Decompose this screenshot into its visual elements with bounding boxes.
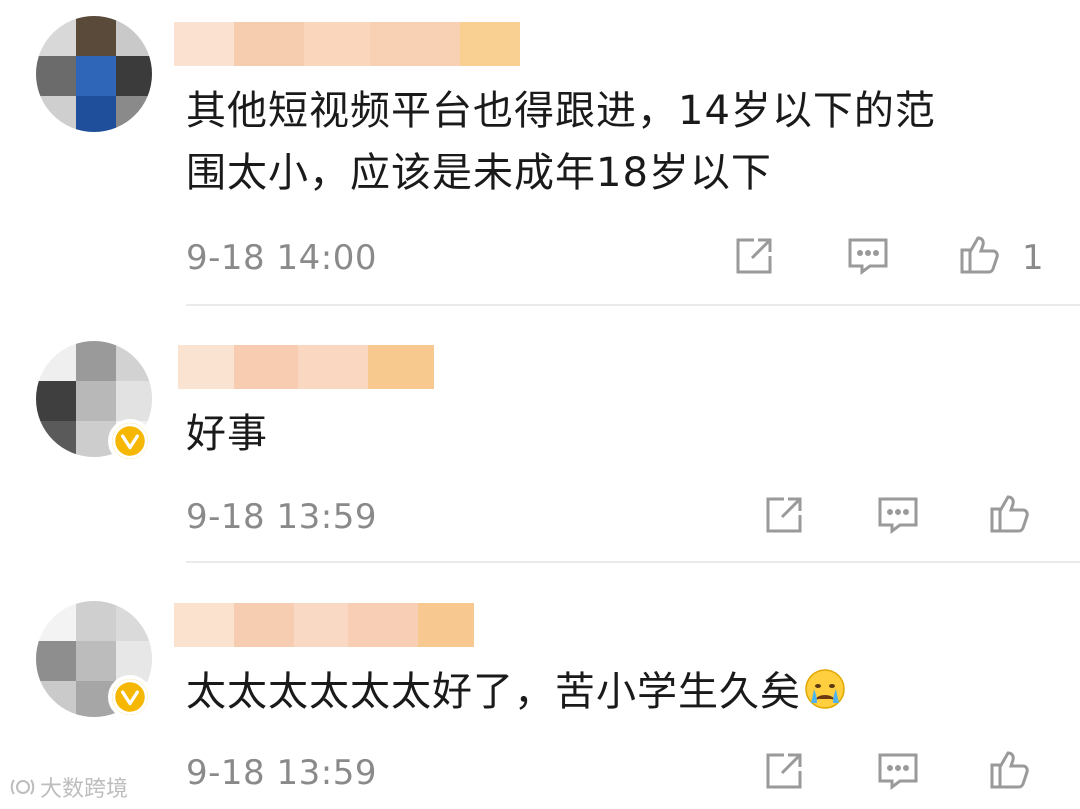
comment-item: 太太太太太太好了，苦小学生久矣 9-18 13:59 xyxy=(0,563,1080,809)
comment-icon[interactable] xyxy=(876,493,920,537)
username-blurred[interactable] xyxy=(174,603,474,647)
verified-badge-icon xyxy=(108,675,152,719)
comment-item: 好事 9-18 13:59 xyxy=(0,305,1080,563)
watermark-logo-icon xyxy=(10,779,35,795)
share-icon[interactable] xyxy=(762,493,806,537)
crying-face-emoji xyxy=(805,669,845,709)
watermark: 大数跨境 xyxy=(10,771,128,803)
share-icon[interactable] xyxy=(762,749,806,793)
verified-badge-icon xyxy=(108,419,152,463)
avatar[interactable] xyxy=(36,16,152,132)
comment-time: 9-18 13:59 xyxy=(186,753,377,793)
username-blurred[interactable] xyxy=(174,22,520,66)
comment-item: 其他短视频平台也得跟进，14岁以下的范 围太小，应该是未成年18岁以下 9-18… xyxy=(0,0,1080,306)
comment-text: 太太太太太太好了，苦小学生久矣 xyxy=(186,661,1020,723)
comment-text: 好事 xyxy=(186,411,268,457)
comment-icon[interactable] xyxy=(876,749,920,793)
comment-icon[interactable] xyxy=(846,234,890,278)
like-count: 1 xyxy=(1022,238,1044,278)
watermark-text: 大数跨境 xyxy=(40,777,129,802)
comment-time: 9-18 13:59 xyxy=(186,497,377,537)
comment-time: 9-18 14:00 xyxy=(186,238,377,278)
share-icon[interactable] xyxy=(732,234,776,278)
username-blurred[interactable] xyxy=(178,345,434,389)
thumbs-up-icon[interactable] xyxy=(958,232,1002,276)
comment-text: 其他短视频平台也得跟进，14岁以下的范 围太小，应该是未成年18岁以下 xyxy=(186,88,936,196)
thumbs-up-icon[interactable] xyxy=(988,491,1032,535)
thumbs-up-icon[interactable] xyxy=(988,747,1032,791)
